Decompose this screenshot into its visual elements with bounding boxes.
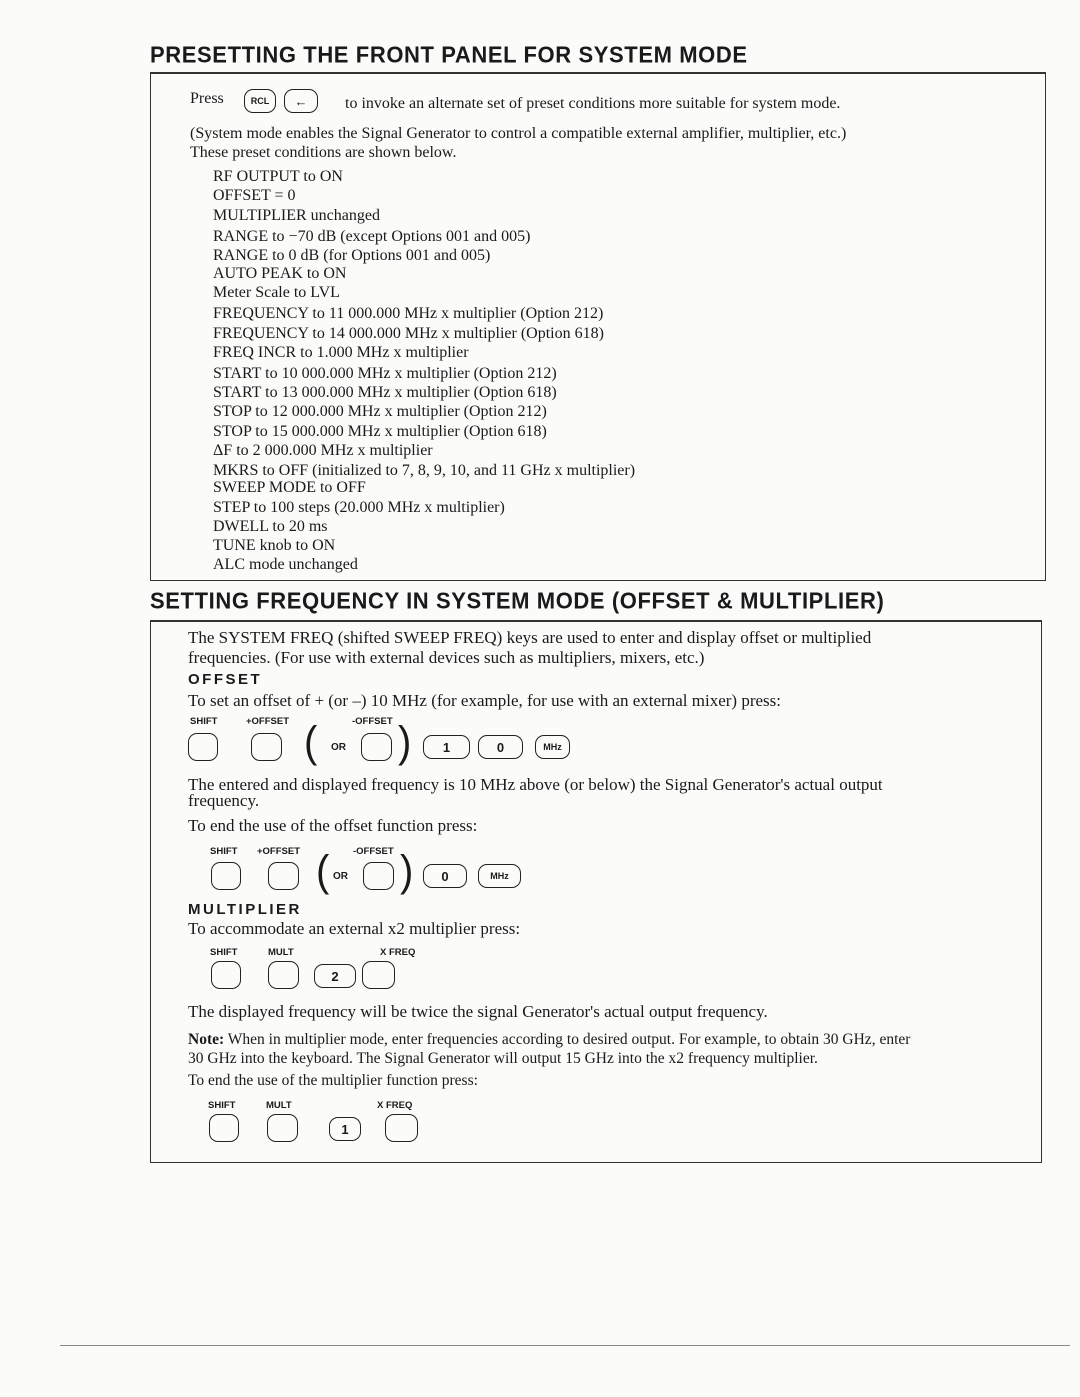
section2-title: SETTING FREQUENCY IN SYSTEM MODE (OFFSET… (150, 587, 885, 614)
preset-item: SWEEP MODE to OFF (213, 479, 366, 496)
mult-key (268, 961, 299, 989)
open-paren: ( (316, 846, 330, 896)
shift-key (209, 1114, 239, 1142)
preset-item: FREQUENCY to 11 000.000 MHz x multiplier… (213, 305, 604, 322)
xfreq-label: X FREQ (380, 947, 416, 958)
shift-key (211, 862, 241, 890)
note-label: Note: (188, 1031, 225, 1048)
xfreq-label: X FREQ (377, 1100, 413, 1111)
preset-item: RF OUTPUT to ON (213, 168, 343, 185)
preset-item: MULTIPLIER unchanged (213, 207, 380, 224)
minus-offset-label: -OFFSET (353, 846, 394, 857)
plus-offset-key (268, 862, 299, 890)
open-paren: ( (304, 717, 318, 767)
preset-item: START to 13 000.000 MHz x multiplier (Op… (213, 384, 557, 401)
minus-offset-label: -OFFSET (352, 716, 393, 727)
preset-item: FREQUENCY to 14 000.000 MHz x multiplier… (213, 325, 604, 342)
offset-heading: OFFSET (188, 671, 263, 688)
or-label: OR (333, 871, 348, 882)
multiplier-note-2: 30 GHz into the keyboard. The Signal Gen… (188, 1050, 818, 1067)
plus-offset-label: +OFFSET (257, 846, 301, 857)
preset-item: FREQ INCR to 1.000 MHz x multiplier (213, 344, 469, 361)
shift-label: SHIFT (210, 947, 238, 958)
preset-item: ΔF to 2 000.000 MHz x multiplier (213, 442, 433, 459)
shift-key (211, 961, 241, 989)
preset-item: STEP to 100 steps (20.000 MHz x multipli… (213, 499, 505, 516)
note-text-1: When in multiplier mode, enter frequenci… (227, 1031, 911, 1048)
xfreq-key (362, 961, 395, 989)
system-freq-intro-1: The SYSTEM FREQ (shifted SWEEP FREQ) key… (188, 628, 872, 647)
shift-label: SHIFT (210, 846, 238, 857)
preset-item: OFFSET = 0 (213, 187, 296, 204)
or-label: OR (331, 742, 346, 753)
multiplier-end-text: To end the use of the multiplier functio… (188, 1072, 478, 1089)
preset-item: RANGE to 0 dB (for Options 001 and 005) (213, 247, 491, 264)
preset-intro: These preset conditions are shown below. (190, 144, 457, 161)
preset-item: TUNE knob to ON (213, 537, 336, 554)
press-label: Press (190, 90, 224, 107)
preset-item: AUTO PEAK to ON (213, 265, 347, 282)
backspace-key: ← (284, 89, 318, 113)
press-text: to invoke an alternate set of preset con… (345, 95, 841, 112)
multiplier-heading: MULTIPLIER (188, 901, 302, 918)
preset-item: STOP to 12 000.000 MHz x multiplier (Opt… (213, 403, 547, 420)
key-0: 0 (478, 735, 523, 759)
offset-end-text: To end the use of the offset function pr… (188, 816, 478, 835)
key-1: 1 (423, 735, 470, 759)
shift-key (188, 733, 218, 761)
plus-offset-label: +OFFSET (246, 716, 290, 727)
offset-set-text: To set an offset of + (or –) 10 MHz (for… (188, 691, 781, 710)
minus-offset-key (363, 862, 394, 890)
preset-item: RANGE to −70 dB (except Options 001 and … (213, 228, 531, 245)
preset-item: MKRS to OFF (initialized to 7, 8, 9, 10,… (213, 462, 636, 479)
mult-key (267, 1114, 298, 1142)
multiplier-result: The displayed frequency will be twice th… (188, 1002, 768, 1021)
preset-item: Meter Scale to LVL (213, 284, 340, 301)
rcl-key: RCL (244, 89, 276, 113)
key-0: 0 (423, 864, 467, 888)
mhz-key: MHz (478, 864, 521, 888)
mhz-key: MHz (535, 735, 570, 759)
preset-item: STOP to 15 000.000 MHz x multiplier (Opt… (213, 423, 547, 440)
plus-offset-key (251, 733, 282, 761)
multiplier-note-1: Note: When in multiplier mode, enter fre… (188, 1031, 910, 1049)
page-bottom-line (60, 1345, 1070, 1346)
multiplier-set-text: To accommodate an external x2 multiplier… (188, 919, 521, 938)
offset-result-2: frequency. (188, 791, 260, 810)
close-paren: ) (398, 717, 412, 767)
shift-label: SHIFT (208, 1100, 236, 1111)
key-2: 2 (314, 964, 356, 988)
preset-item: START to 10 000.000 MHz x multiplier (Op… (213, 365, 557, 382)
mult-label: MULT (268, 947, 294, 958)
preset-item: ALC mode unchanged (213, 556, 358, 573)
minus-offset-key (361, 733, 392, 761)
xfreq-key (385, 1114, 418, 1142)
system-freq-intro-2: frequencies. (For use with external devi… (188, 648, 705, 667)
section1-title: PRESETTING THE FRONT PANEL FOR SYSTEM MO… (150, 41, 748, 68)
key-1: 1 (329, 1117, 361, 1141)
shift-label: SHIFT (190, 716, 218, 727)
mult-label: MULT (266, 1100, 292, 1111)
preset-item: DWELL to 20 ms (213, 518, 328, 535)
close-paren: ) (400, 846, 414, 896)
offset-result-1: The entered and displayed frequency is 1… (188, 775, 883, 794)
system-mode-note: (System mode enables the Signal Generato… (190, 125, 847, 142)
